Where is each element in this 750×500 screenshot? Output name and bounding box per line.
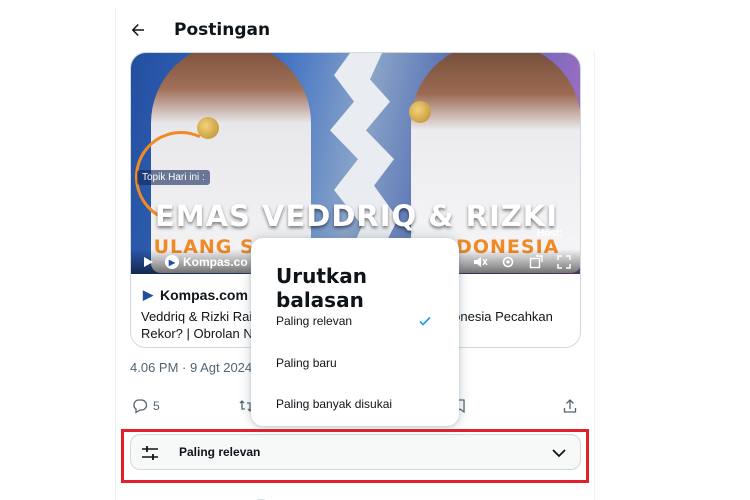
kompas-logo-icon: ▶ <box>143 287 153 302</box>
tweet-timestamp[interactable]: 4.06 PM · 9 Agt 2024 · <box>130 360 260 375</box>
share-icon <box>563 399 577 413</box>
checkmark-icon <box>419 316 431 326</box>
sort-option-label: Paling banyak disukai <box>276 397 393 411</box>
settings-button[interactable] <box>499 253 517 271</box>
medal-icon <box>409 101 431 123</box>
reply-button[interactable]: 5 <box>132 398 160 414</box>
header-bar: Postingan <box>116 8 596 52</box>
play-icon <box>144 257 153 267</box>
page-title: Postingan <box>174 20 271 40</box>
sort-option-latest[interactable]: Paling baru <box>251 344 459 384</box>
back-button[interactable] <box>126 16 150 44</box>
popout-button[interactable] <box>527 253 545 271</box>
play-button[interactable] <box>139 253 157 271</box>
host-label: Host: <box>537 228 563 239</box>
video-brand: ▶ Kompas.co <box>165 255 248 269</box>
fullscreen-button[interactable] <box>555 253 573 271</box>
kompas-logo-icon: ▶ <box>165 255 179 269</box>
reply-count: 5 <box>153 399 160 413</box>
popout-icon <box>529 255 543 269</box>
reply-icon <box>133 399 148 414</box>
sort-option-label: Paling relevan <box>276 314 353 328</box>
sort-menu: Urutkan balasan Paling relevan Paling ba… <box>251 238 459 426</box>
video-headline: EMAS VEDDRIQ & RIZKI <box>154 199 559 233</box>
gear-icon <box>502 256 514 268</box>
video-brand-label: Kompas.co <box>183 255 248 269</box>
share-button[interactable] <box>562 398 578 414</box>
sort-option-label: Paling baru <box>276 356 337 370</box>
sort-option-relevant[interactable]: Paling relevan <box>251 302 459 342</box>
card-source-name: Kompas.com <box>160 287 248 303</box>
fullscreen-icon <box>557 255 571 269</box>
topic-tag: Topik Hari ini : <box>137 170 210 185</box>
arrow-left-icon <box>131 24 144 36</box>
mute-icon <box>474 257 488 267</box>
mute-button[interactable] <box>471 253 489 271</box>
highlight-frame <box>121 429 589 483</box>
sort-option-most-liked[interactable]: Paling banyak disukai <box>251 385 459 425</box>
